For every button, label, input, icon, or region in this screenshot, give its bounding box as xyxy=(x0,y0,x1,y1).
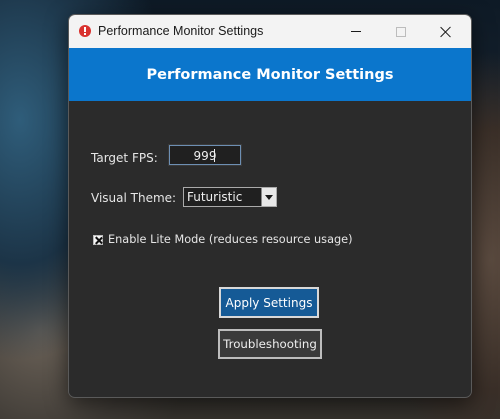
theme-label: Visual Theme: xyxy=(91,191,177,205)
fps-input[interactable]: 999 xyxy=(168,144,242,166)
close-icon xyxy=(440,26,452,38)
lite-mode-label[interactable]: Enable Lite Mode (reduces resource usage… xyxy=(108,233,353,246)
window-title: Performance Monitor Settings xyxy=(98,24,264,38)
theme-select[interactable]: Futuristic xyxy=(183,187,277,207)
theme-select-value: Futuristic xyxy=(187,190,243,204)
fps-label: Target FPS: xyxy=(91,151,158,165)
settings-panel: Target FPS: 999 Visual Theme: Futuristic… xyxy=(69,101,471,396)
troubleshooting-button[interactable]: Troubleshooting xyxy=(218,329,322,359)
settings-window: Performance Monitor Settings Performance… xyxy=(68,14,472,398)
maximize-icon xyxy=(396,26,406,37)
minimize-icon xyxy=(351,31,361,32)
header-banner: Performance Monitor Settings xyxy=(69,48,471,101)
apply-settings-button[interactable]: Apply Settings xyxy=(219,287,319,318)
lite-mode-checkbox[interactable] xyxy=(93,235,103,245)
alert-circle-icon xyxy=(79,25,91,37)
chevron-down-icon[interactable] xyxy=(261,188,276,206)
title-bar[interactable]: Performance Monitor Settings xyxy=(69,15,471,48)
header-title: Performance Monitor Settings xyxy=(146,66,394,83)
close-button[interactable] xyxy=(424,15,468,48)
minimize-button[interactable] xyxy=(334,15,378,48)
maximize-button[interactable] xyxy=(379,15,423,48)
text-caret xyxy=(214,149,215,162)
